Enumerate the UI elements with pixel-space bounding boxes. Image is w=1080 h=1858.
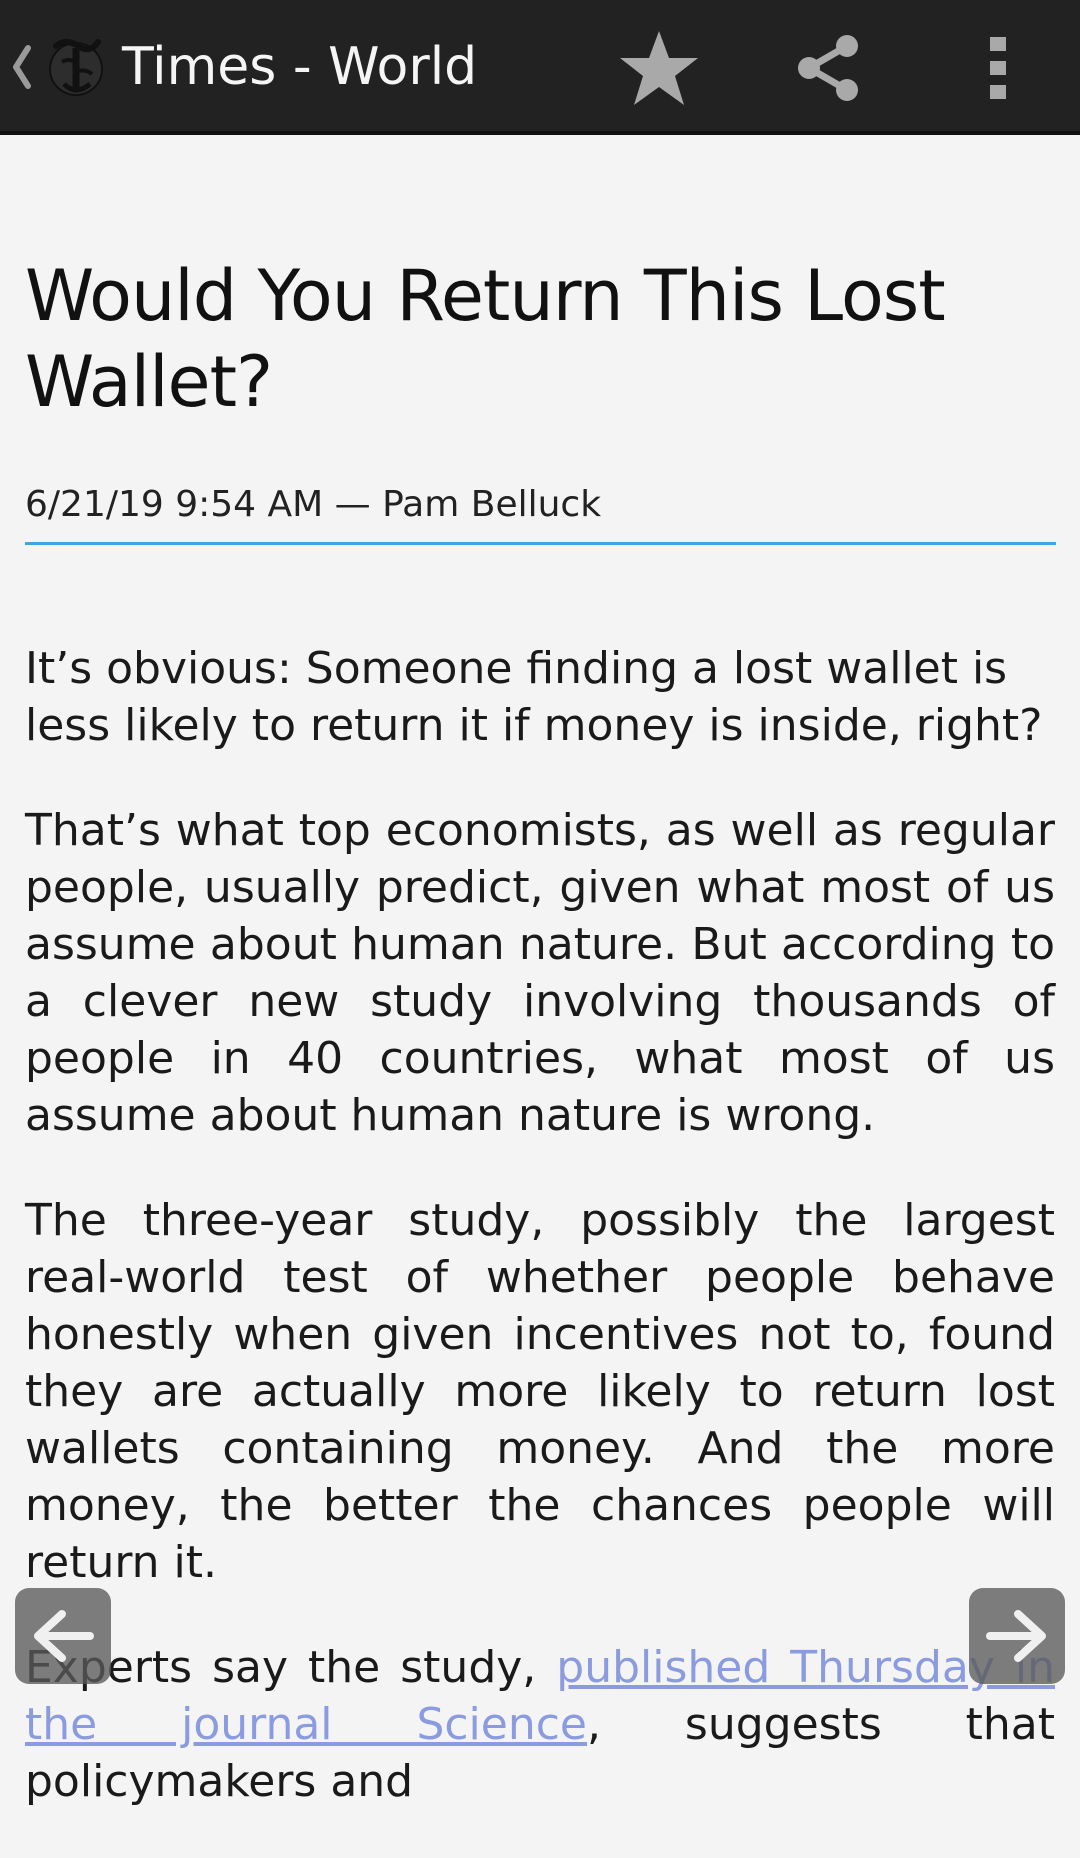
star-button[interactable] xyxy=(613,22,705,114)
paragraph: That’s what top economists, as well as r… xyxy=(25,805,1055,1141)
share-icon xyxy=(798,35,858,101)
share-button[interactable] xyxy=(782,22,874,114)
divider xyxy=(25,542,1056,545)
article-headline: Would You Return This Lost Wallet? xyxy=(25,255,946,423)
arrow-right-icon xyxy=(986,1610,1046,1662)
app-title: Times - World xyxy=(122,37,478,97)
paragraph: It’s obvious: Someone finding a lost wal… xyxy=(25,643,1043,751)
app-bar: Times - World xyxy=(0,0,1080,135)
chevron-left-icon[interactable] xyxy=(10,40,34,94)
next-article-button[interactable] xyxy=(969,1588,1065,1684)
nyt-t-logo-icon[interactable] xyxy=(46,32,106,102)
more-options-button[interactable] xyxy=(952,22,1044,114)
paragraph: The three-year study, possibly the large… xyxy=(25,1195,1055,1588)
paragraph: Experts say the study, published Thursda… xyxy=(25,1639,1055,1810)
arrow-left-icon xyxy=(34,1610,94,1662)
previous-article-button[interactable] xyxy=(15,1588,111,1684)
more-vert-icon xyxy=(990,37,1006,99)
article-meta: 6/21/19 9:54 AM — Pam Belluck xyxy=(25,484,602,525)
article-body: It’s obvious: Someone finding a lost wal… xyxy=(25,640,1055,1858)
star-icon xyxy=(620,31,698,105)
